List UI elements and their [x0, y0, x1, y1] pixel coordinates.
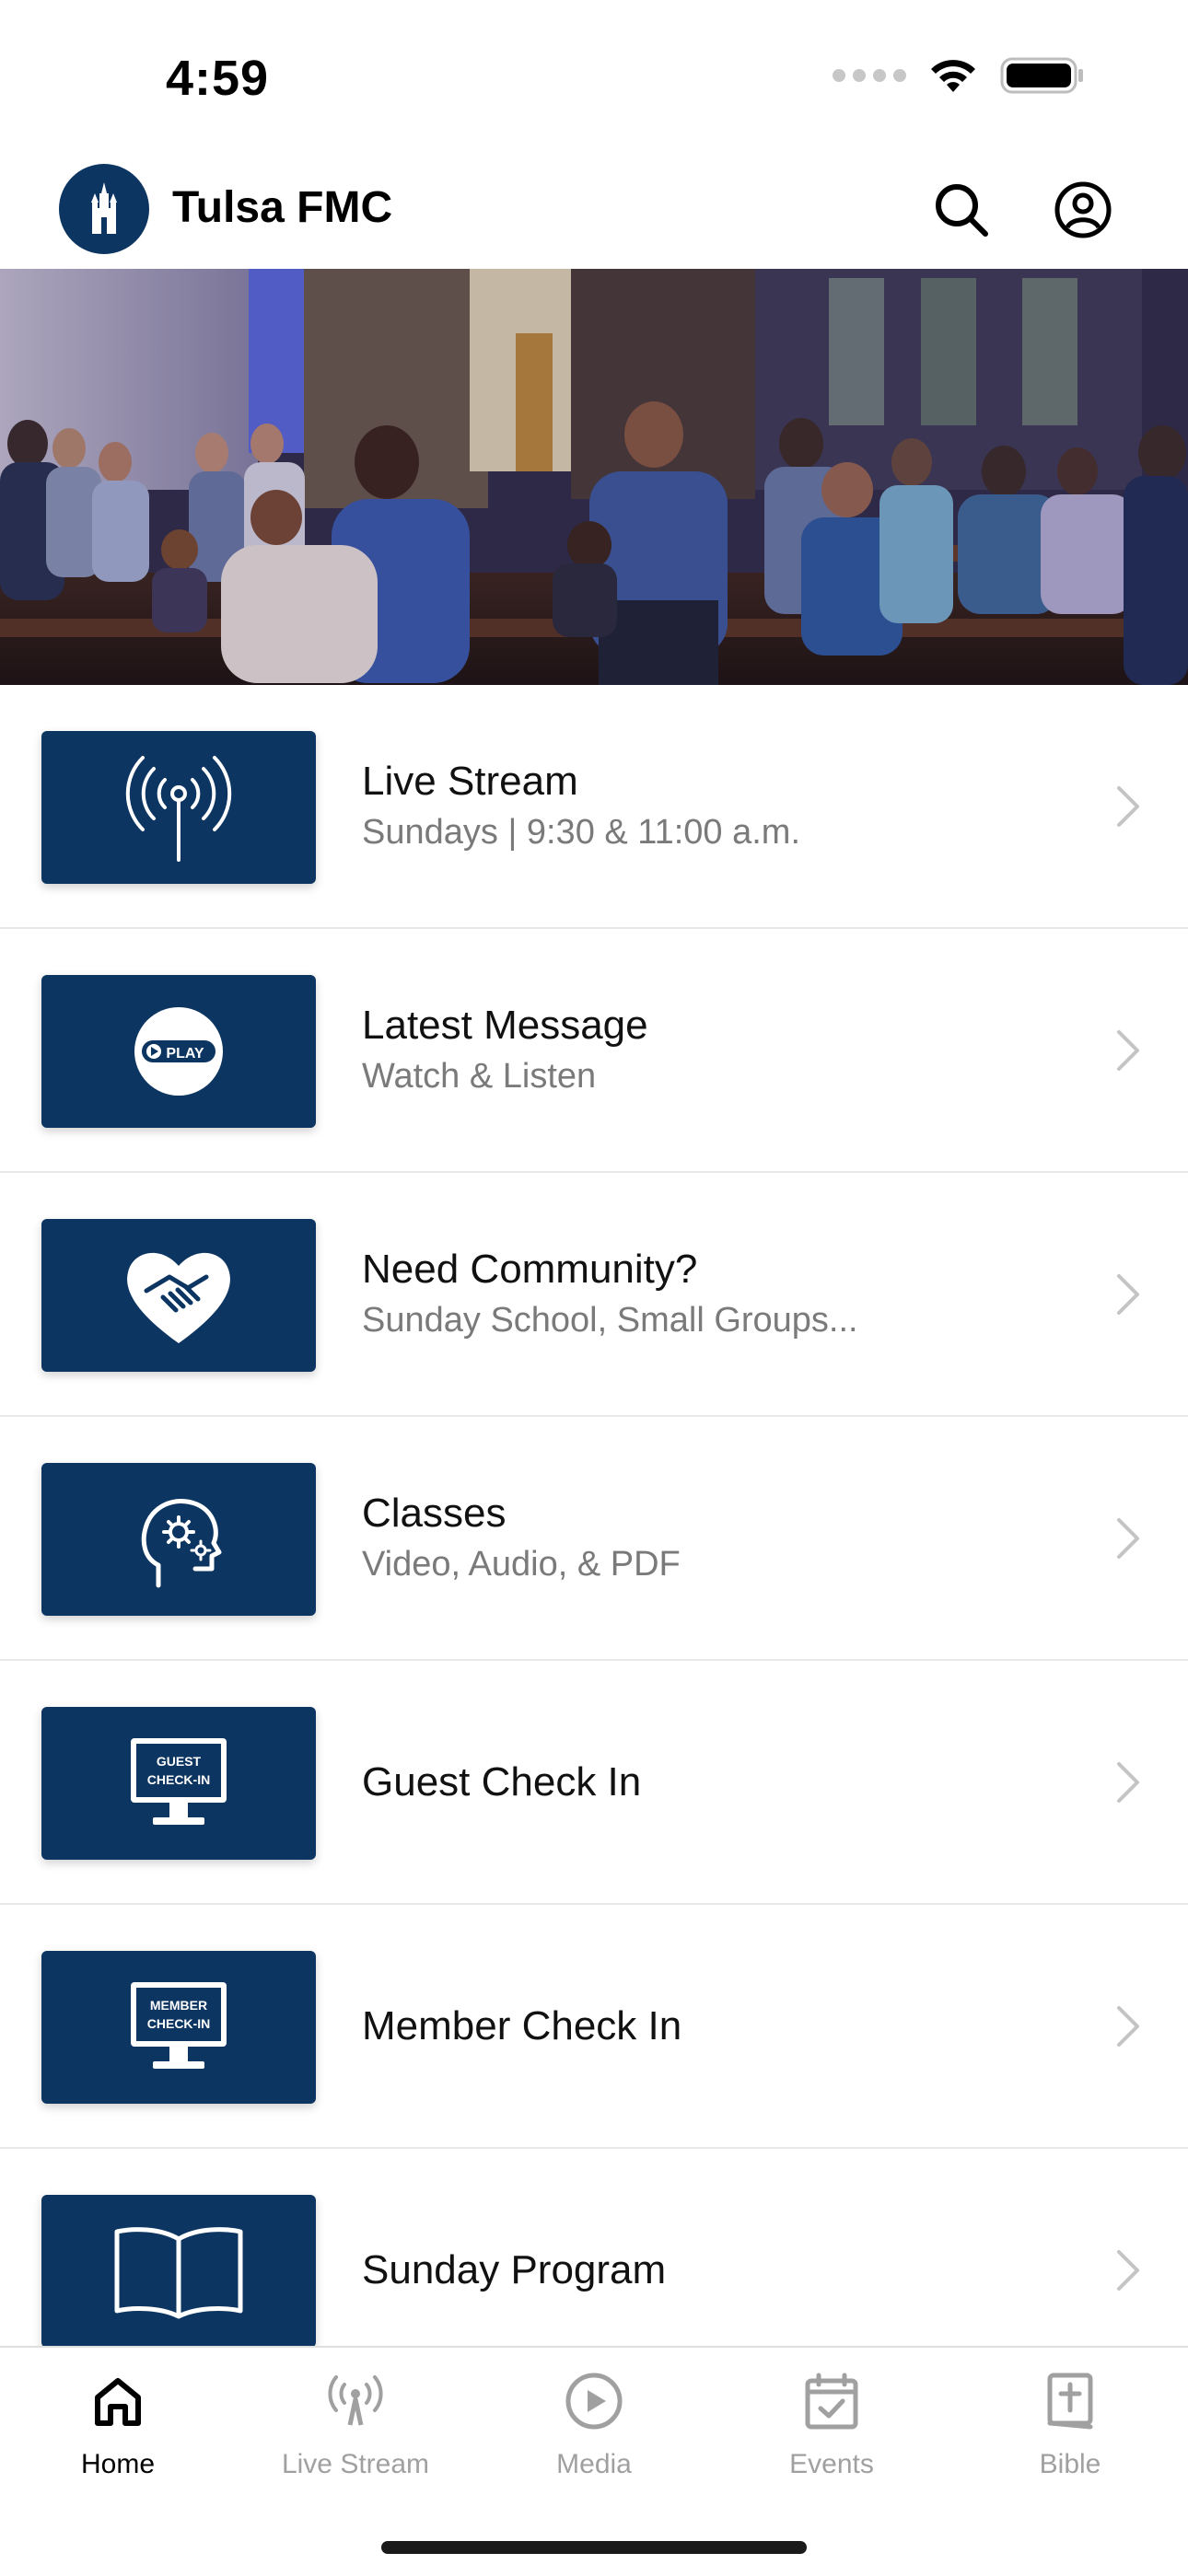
- cellular-signal-icon: [833, 69, 906, 82]
- list-item-title: Latest Message: [362, 1002, 648, 1048]
- tab-live-stream[interactable]: Live Stream: [254, 2366, 457, 2480]
- play-badge-icon: PLAY: [41, 975, 316, 1128]
- chevron-right-icon: [1117, 2249, 1139, 2291]
- monitor-text-line1: GUEST: [157, 1754, 202, 1769]
- list-item-title: Live Stream: [362, 758, 578, 804]
- search-button[interactable]: [925, 173, 998, 247]
- account-circle-icon: [1054, 181, 1112, 238]
- list-item-title: Guest Check In: [362, 1758, 642, 1804]
- list-item-subtitle: Sunday School, Small Groups...: [362, 1300, 858, 1340]
- calendar-check-icon: [805, 2373, 858, 2430]
- app-header: Tulsa FMC: [0, 147, 1188, 269]
- search-icon: [936, 184, 988, 237]
- wifi-icon: [931, 60, 975, 92]
- tab-label: Live Stream: [281, 2449, 430, 2479]
- list-item-title: Need Community?: [362, 1246, 698, 1292]
- tab-media[interactable]: Media: [493, 2366, 695, 2480]
- chevron-right-icon: [1117, 1517, 1139, 1559]
- list-item-text: Need Community? Sunday School, Small Gro…: [362, 1173, 1059, 1415]
- chevron-right-icon: [1117, 1273, 1139, 1315]
- list-item-live-stream[interactable]: Live Stream Sundays | 9:30 & 11:00 a.m.: [0, 685, 1188, 929]
- chevron-right-icon: [1117, 1029, 1139, 1071]
- list-item-subtitle: Watch & Listen: [362, 1056, 597, 1096]
- bible-icon: [1047, 2373, 1093, 2430]
- tab-bible[interactable]: Bible: [969, 2366, 1171, 2480]
- heart-handshake-icon: [41, 1219, 316, 1372]
- list-item-title: Member Check In: [362, 2002, 682, 2048]
- home-icon: [95, 2378, 141, 2426]
- list-item-member-check-in[interactable]: MEMBER CHECK-IN Member Check In: [0, 1905, 1188, 2149]
- tab-label: Home: [80, 2449, 156, 2479]
- tab-label: Bible: [1039, 2449, 1101, 2479]
- play-badge-text: PLAY: [166, 1046, 204, 1062]
- tab-home[interactable]: Home: [17, 2366, 219, 2480]
- list-item-classes[interactable]: Classes Video, Audio, & PDF: [0, 1417, 1188, 1661]
- antenna-icon: [328, 2375, 383, 2426]
- status-icons: [833, 55, 1085, 96]
- monitor-icon: GUEST CHECK-IN: [41, 1707, 316, 1860]
- list-item-title: Classes: [362, 1490, 507, 1536]
- app-title: Tulsa FMC: [172, 183, 393, 232]
- home-menu-list: Live Stream Sundays | 9:30 & 11:00 a.m. …: [0, 685, 1188, 2391]
- list-item-text: Guest Check In: [362, 1661, 1059, 1903]
- monitor-text-line1: MEMBER: [150, 1998, 207, 2013]
- list-item-need-community[interactable]: Need Community? Sunday School, Small Gro…: [0, 1173, 1188, 1417]
- chevron-right-icon: [1117, 2005, 1139, 2047]
- status-bar: 4:59: [0, 0, 1188, 147]
- tab-events[interactable]: Events: [730, 2366, 933, 2480]
- monitor-text-line2: CHECK-IN: [147, 2016, 210, 2031]
- list-item-subtitle: Sundays | 9:30 & 11:00 a.m.: [362, 812, 801, 852]
- head-gears-icon: [41, 1463, 316, 1616]
- monitor-text-line2: CHECK-IN: [147, 1772, 210, 1787]
- chevron-right-icon: [1117, 1761, 1139, 1803]
- home-indicator[interactable]: [381, 2541, 807, 2554]
- chevron-right-icon: [1117, 785, 1139, 827]
- list-item-text: Latest Message Watch & Listen: [362, 929, 1059, 1171]
- tab-label: Media: [556, 2449, 632, 2479]
- tab-label: Events: [789, 2449, 874, 2479]
- battery-icon: [1000, 57, 1083, 94]
- status-time: 4:59: [166, 51, 270, 106]
- church-logo-icon: [59, 164, 149, 254]
- open-book-icon: [41, 2195, 316, 2348]
- play-circle-icon: [565, 2373, 623, 2430]
- monitor-icon: MEMBER CHECK-IN: [41, 1951, 316, 2104]
- list-item-text: Classes Video, Audio, & PDF: [362, 1417, 1059, 1659]
- profile-button[interactable]: [1046, 173, 1120, 247]
- broadcast-antenna-icon: [41, 731, 316, 884]
- hero-image: [0, 269, 1188, 685]
- list-item-guest-check-in[interactable]: GUEST CHECK-IN Guest Check In: [0, 1661, 1188, 1905]
- list-item-latest-message[interactable]: PLAY Latest Message Watch & Listen: [0, 929, 1188, 1173]
- list-item-text: Live Stream Sundays | 9:30 & 11:00 a.m.: [362, 685, 1059, 927]
- list-item-text: Member Check In: [362, 1905, 1059, 2147]
- list-item-title: Sunday Program: [362, 2246, 667, 2292]
- list-item-subtitle: Video, Audio, & PDF: [362, 1544, 681, 1584]
